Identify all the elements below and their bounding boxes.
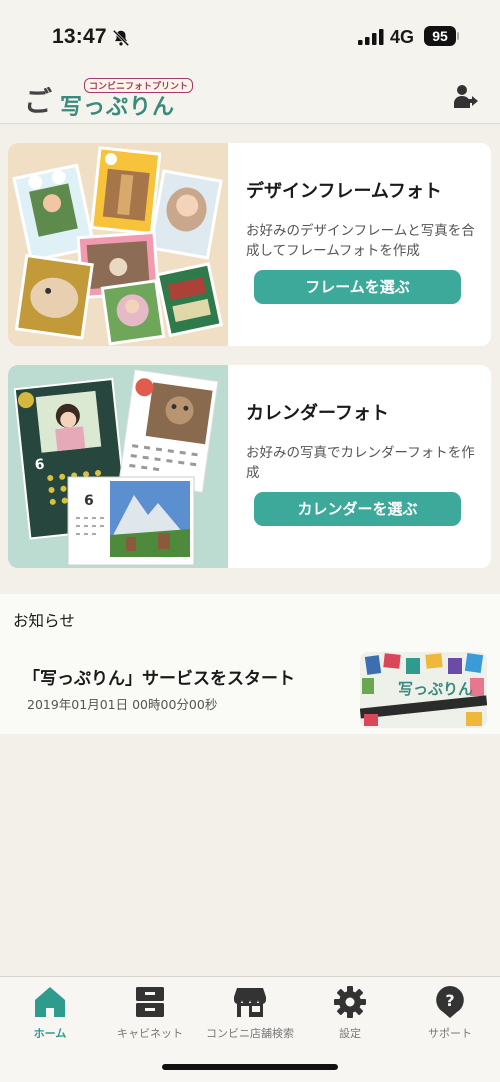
cabinet-icon xyxy=(136,987,164,1017)
tab-store-search[interactable]: コンビニ店舗検索 xyxy=(200,985,300,1045)
app-logo[interactable]: ご コンビニフォトプリント 写っぷりん xyxy=(22,74,194,120)
svg-text:6: 6 xyxy=(84,493,94,509)
network-label: 4G xyxy=(390,27,415,47)
signal-icon xyxy=(358,29,384,45)
tab-settings[interactable]: 設定 xyxy=(300,985,400,1045)
logo-text: 写っぷりん xyxy=(60,95,176,120)
frame-photo-card[interactable]: デザインフレームフォト お好みのデザインフレームと写真を合成してフレームフォトを… xyxy=(8,143,491,346)
logout-icon[interactable] xyxy=(453,84,479,110)
tab-label: ホーム xyxy=(33,1027,67,1040)
calendar-photo-image: 6 6 xyxy=(8,365,228,568)
choose-frame-button[interactable]: フレームを選ぶ xyxy=(254,270,461,304)
status-bar: 13:47 4G 95 xyxy=(0,0,500,72)
tab-home[interactable]: ホーム xyxy=(0,985,100,1045)
card-description: お好みのデザインフレームと写真を合成してフレームフォトを作成 xyxy=(246,223,475,259)
card-description: お好みの写真でカレンダーフォトを作成 xyxy=(246,445,475,481)
tab-label: サポート xyxy=(428,1027,472,1040)
tab-support[interactable]: ? サポート xyxy=(400,985,500,1045)
store-icon xyxy=(234,988,266,1017)
gear-icon xyxy=(334,986,366,1018)
home-indicator xyxy=(162,1064,338,1070)
status-time: 13:47 xyxy=(52,25,107,48)
tab-label: コンビニ店舗検索 xyxy=(206,1027,294,1040)
bell-slash-icon xyxy=(112,29,130,47)
choose-calendar-button[interactable]: カレンダーを選ぶ xyxy=(254,492,461,526)
card-title: カレンダーフォト xyxy=(246,403,389,424)
svg-text:6: 6 xyxy=(34,457,45,474)
help-icon: ? xyxy=(436,986,464,1018)
news-heading: お知らせ xyxy=(13,612,75,630)
tab-label: キャビネット xyxy=(117,1027,183,1040)
battery-icon: 95 xyxy=(424,26,456,46)
frame-photo-image xyxy=(8,143,228,346)
app-header: ご コンビニフォトプリント 写っぷりん xyxy=(0,72,500,124)
news-thumbnail: 写っぷりん xyxy=(360,652,487,728)
news-section: お知らせ 「写っぷりん」サービスをスタート 2019年01月01日 00時00分… xyxy=(0,594,500,734)
news-date: 2019年01月01日 00時00分00秒 xyxy=(27,697,218,712)
logo-mark-icon: ご xyxy=(24,85,53,118)
svg-text:?: ? xyxy=(445,991,454,1010)
news-item[interactable]: 「写っぷりん」サービスをスタート 2019年01月01日 00時00分00秒 写… xyxy=(0,649,500,731)
card-title: デザインフレームフォト xyxy=(246,181,442,202)
home-icon xyxy=(35,987,65,1017)
calendar-photo-card[interactable]: 6 6 カレンダーフォト お好みの写真でカレンダーフォトを作成 カレンダーを選ぶ xyxy=(8,365,491,568)
news-title: 「写っぷりん」サービスをスタート xyxy=(23,669,295,689)
battery-cap xyxy=(457,32,459,40)
svg-text:写っぷりん: 写っぷりん xyxy=(398,680,473,698)
tab-label: 設定 xyxy=(339,1027,361,1040)
tab-cabinet[interactable]: キャビネット xyxy=(100,985,200,1045)
